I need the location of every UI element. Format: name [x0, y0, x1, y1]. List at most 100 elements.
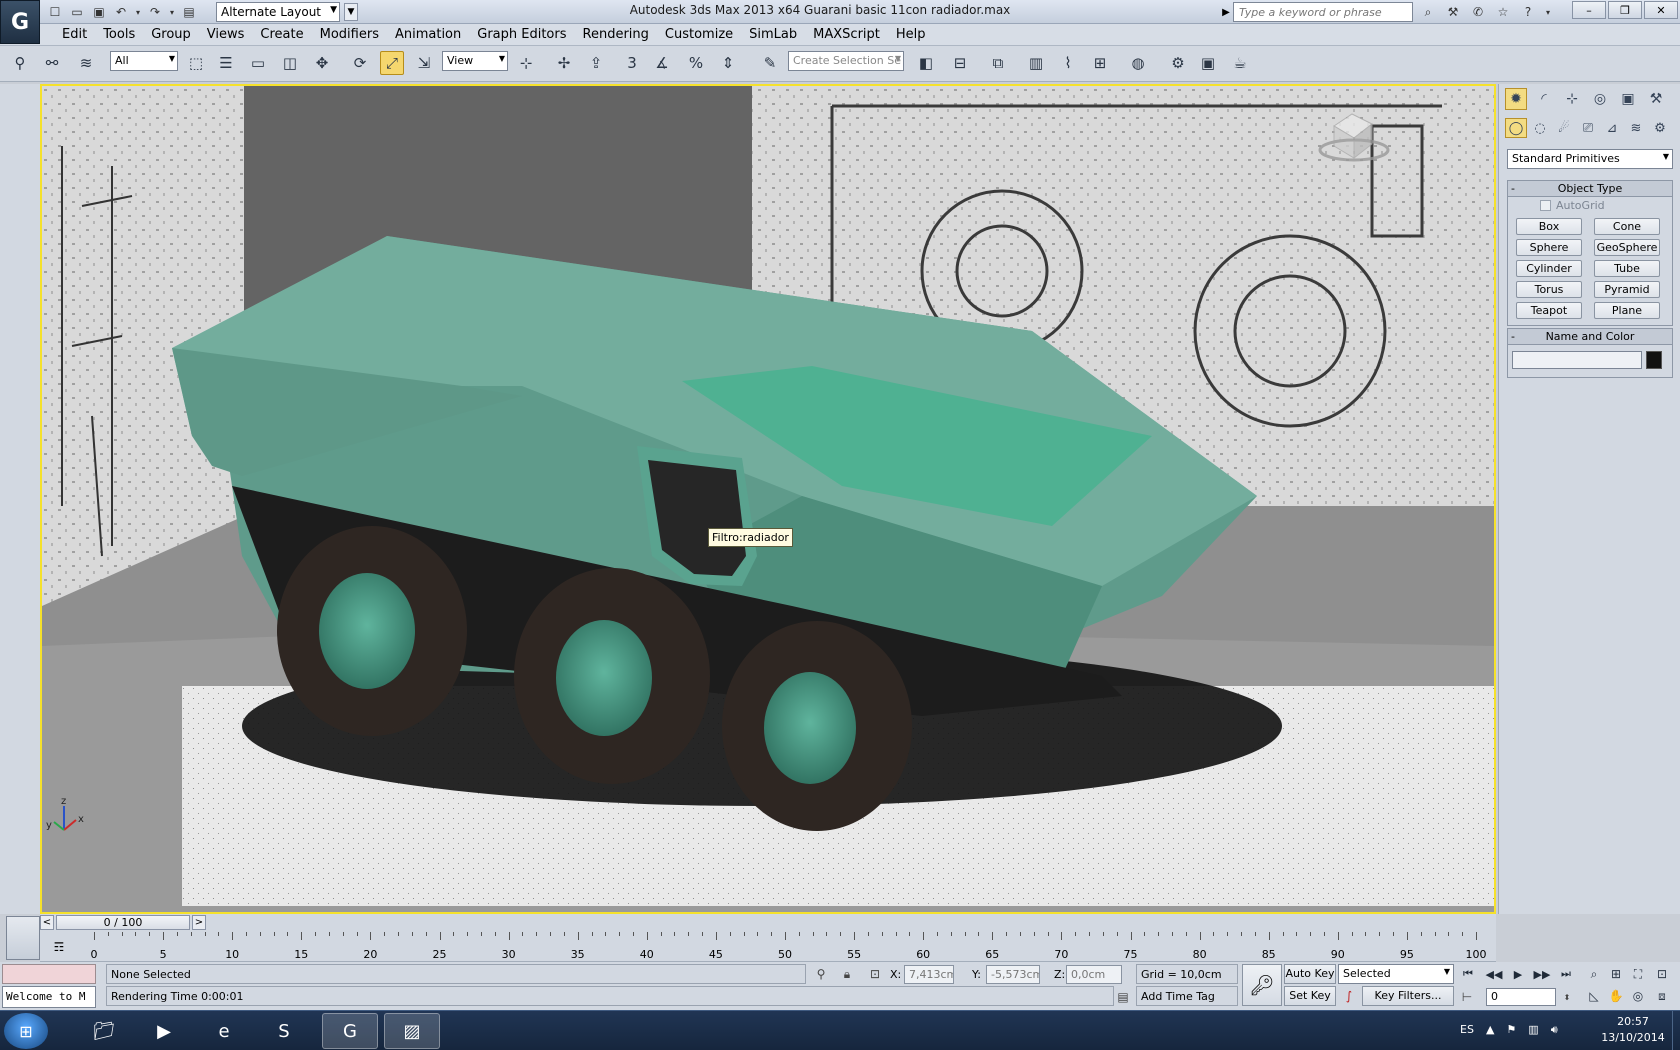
object-color-swatch[interactable] — [1646, 351, 1662, 369]
reference-coordinate-dropdown[interactable]: View ▼ — [442, 51, 508, 71]
pan-view-icon[interactable]: ✋ — [1606, 986, 1626, 1006]
select-and-link-icon[interactable]: ⚲ — [8, 51, 32, 75]
menu-create[interactable]: Create — [252, 24, 311, 45]
display-tab-icon[interactable]: ▣ — [1617, 88, 1639, 110]
orbit-icon[interactable]: ◎ — [1628, 986, 1648, 1006]
add-time-tag[interactable]: Add Time Tag — [1136, 986, 1238, 1006]
key-mode-toggle-icon[interactable]: ⊢ — [1458, 988, 1476, 1006]
favorites-star-icon[interactable]: ☆ — [1493, 3, 1513, 21]
modify-tab-icon[interactable]: ◜ — [1533, 88, 1555, 110]
align-icon[interactable]: ⊟ — [948, 51, 972, 75]
named-selection-set-dropdown[interactable]: Create Selection Se ▼ — [788, 51, 904, 71]
cylinder-button[interactable]: Cylinder — [1516, 260, 1582, 277]
zoom-extents-all-icon[interactable]: ⊡ — [1652, 964, 1672, 984]
clock[interactable]: 20:57 13/10/2014 — [1590, 1014, 1676, 1046]
utilities-tab-icon[interactable]: ⚒ — [1645, 88, 1667, 110]
motion-tab-icon[interactable]: ◎ — [1589, 88, 1611, 110]
explorer-taskbar-icon[interactable]: 📁︎ — [76, 1013, 132, 1049]
time-slider-next-button[interactable]: > — [192, 915, 206, 930]
zoom-extents-icon[interactable]: ⛶ — [1628, 964, 1648, 984]
layer-manager-icon[interactable]: ⧉ — [986, 51, 1010, 75]
close-button[interactable]: ✕ — [1644, 1, 1678, 19]
geometry-icon[interactable]: ◯ — [1505, 118, 1527, 138]
key-mode-icon[interactable]: ∫ — [1340, 987, 1358, 1005]
field-of-view-icon[interactable]: ◺ — [1584, 986, 1604, 1006]
project-folder-icon[interactable]: ▤ — [180, 3, 198, 21]
material-editor-icon[interactable]: ◍ — [1126, 51, 1150, 75]
frame-spinner-icon[interactable]: ⬍ — [1558, 988, 1576, 1006]
current-frame-field[interactable]: 0 — [1486, 988, 1556, 1006]
media-player-taskbar-icon[interactable]: ▶ — [136, 1013, 192, 1049]
menu-help[interactable]: Help — [888, 24, 934, 45]
select-and-rotate-icon[interactable]: ⟳ — [348, 51, 372, 75]
select-by-name-icon[interactable]: ☰ — [214, 51, 238, 75]
isolate-selection-icon[interactable]: ⚲ — [812, 965, 830, 983]
space-warps-icon[interactable]: ≋ — [1625, 118, 1647, 138]
object-name-field[interactable] — [1512, 351, 1642, 369]
new-file-icon[interactable]: ☐ — [46, 3, 64, 21]
undo-icon[interactable]: ↶ — [112, 3, 130, 21]
pivot-center-icon[interactable]: ⊹ — [514, 51, 538, 75]
sphere-button[interactable]: Sphere — [1516, 239, 1582, 256]
redo-dropdown-icon[interactable]: ▾ — [168, 3, 176, 21]
previous-frame-icon[interactable]: ◀◀ — [1484, 964, 1504, 984]
search-input[interactable]: Type a keyword or phrase — [1233, 2, 1413, 22]
render-production-icon[interactable]: ☕ — [1228, 51, 1252, 75]
snaps-toggle-icon[interactable]: 3 — [620, 51, 644, 75]
helpers-icon[interactable]: ⊿ — [1601, 118, 1623, 138]
key-selection-dropdown[interactable]: Selected ▼ — [1338, 964, 1454, 984]
menu-tools[interactable]: Tools — [95, 24, 143, 45]
edit-named-selection-icon[interactable]: ✎ — [758, 51, 782, 75]
network-icon[interactable]: ▥ — [1528, 1023, 1538, 1037]
key-filters-button[interactable]: Key Filters... — [1362, 986, 1454, 1006]
bind-space-warp-icon[interactable]: ≋ — [74, 51, 98, 75]
set-key-icon[interactable]: 🔑︎ — [1242, 964, 1282, 1006]
play-icon[interactable]: ▶ — [1508, 964, 1528, 984]
menu-animation[interactable]: Animation — [387, 24, 469, 45]
help-dropdown-icon[interactable]: ▾ — [1543, 3, 1553, 21]
select-object-icon[interactable]: ⬚ — [184, 51, 208, 75]
percent-snap-icon[interactable]: % — [684, 51, 708, 75]
application-button[interactable]: G — [0, 0, 40, 44]
minimize-button[interactable]: – — [1572, 1, 1606, 19]
selection-filter-dropdown[interactable]: All ▼ — [110, 51, 178, 71]
action-center-flag-icon[interactable]: ⚑ — [1506, 1023, 1516, 1037]
menu-views[interactable]: Views — [199, 24, 253, 45]
menu-group[interactable]: Group — [143, 24, 199, 45]
maxscript-listener-input[interactable] — [2, 964, 96, 984]
y-coordinate-field[interactable]: -5,573cm — [986, 965, 1040, 984]
shapes-icon[interactable]: ◌ — [1529, 118, 1551, 138]
go-to-end-icon[interactable]: ⏭ — [1556, 964, 1576, 984]
set-key-button[interactable]: Set Key — [1284, 986, 1336, 1006]
select-region-icon[interactable]: ▭ — [246, 51, 270, 75]
menu-edit[interactable]: Edit — [54, 24, 95, 45]
cone-button[interactable]: Cone — [1594, 218, 1660, 235]
absolute-mode-icon[interactable]: ⊡ — [866, 965, 884, 983]
menu-customize[interactable]: Customize — [657, 24, 741, 45]
3dsmax-taskbar-icon[interactable]: G — [322, 1013, 378, 1049]
search-expand-icon[interactable]: ▶ — [1220, 3, 1232, 21]
workspace-selector[interactable]: Alternate Layout ▼ — [216, 2, 340, 22]
geosphere-button[interactable]: GeoSphere — [1594, 239, 1660, 256]
language-indicator[interactable]: ES — [1460, 1023, 1474, 1037]
go-to-start-icon[interactable]: ⏮ — [1458, 964, 1478, 984]
workspace-options-icon[interactable]: ▼ — [344, 3, 358, 21]
menu-graph-editors[interactable]: Graph Editors — [469, 24, 574, 45]
spinner-snap-icon[interactable]: ⇕ — [716, 51, 740, 75]
help-icon[interactable]: ? — [1518, 3, 1538, 21]
redo-icon[interactable]: ↷ — [146, 3, 164, 21]
menu-modifiers[interactable]: Modifiers — [312, 24, 387, 45]
maxscript-listener-output[interactable]: Welcome to M — [2, 986, 96, 1008]
window-crossing-icon[interactable]: ◫ — [278, 51, 302, 75]
uniform-scale-icon[interactable]: ⇲ — [412, 51, 436, 75]
zoom-icon[interactable]: ⌕ — [1584, 964, 1604, 984]
save-file-icon[interactable]: ▣ — [90, 3, 108, 21]
internet-explorer-taskbar-icon[interactable]: e — [196, 1013, 252, 1049]
subscription-icon[interactable]: ⚒ — [1443, 3, 1463, 21]
zoom-all-icon[interactable]: ⊞ — [1606, 964, 1626, 984]
create-tab-icon[interactable]: ✹ — [1505, 88, 1527, 110]
photo-viewer-taskbar-icon[interactable]: ▨ — [384, 1013, 440, 1049]
tube-button[interactable]: Tube — [1594, 260, 1660, 277]
select-and-scale-icon[interactable]: ⤢ — [380, 51, 404, 75]
volume-icon[interactable]: 🔊︎ — [1551, 1023, 1558, 1037]
